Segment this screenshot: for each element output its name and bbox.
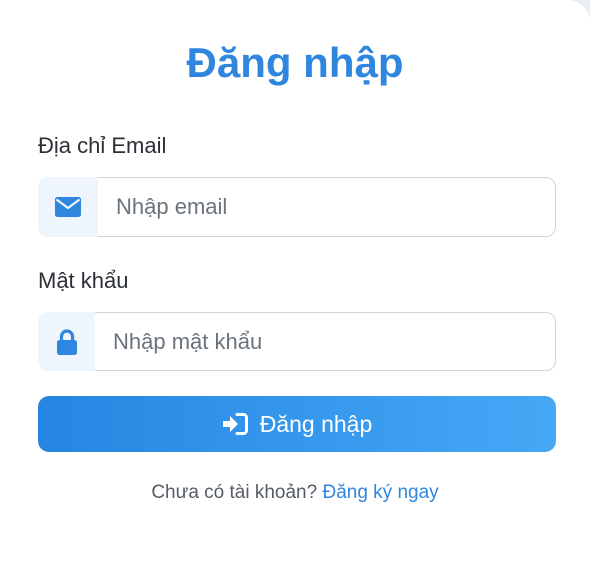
password-input-group: [38, 312, 556, 371]
email-label: Địa chỉ Email: [38, 133, 167, 158]
email-input[interactable]: [98, 177, 556, 237]
page-title: Đăng nhập: [186, 39, 404, 86]
envelope-icon: [38, 177, 98, 237]
password-label: Mật khẩu: [38, 268, 129, 293]
login-button[interactable]: Đăng nhập: [38, 396, 556, 452]
sign-in-icon: [222, 413, 248, 435]
register-link[interactable]: Đăng ký ngay: [322, 482, 438, 503]
register-prompt: Chưa có tài khoản? Đăng ký ngay: [0, 481, 590, 505]
password-input[interactable]: [95, 312, 556, 371]
lock-icon: [38, 312, 95, 371]
email-input-group: [38, 177, 556, 237]
register-prompt-text: Chưa có tài khoản?: [151, 482, 318, 503]
login-button-label: Đăng nhập: [259, 410, 373, 437]
login-card: Đăng nhập Địa chỉ Email Mật khẩu Đăn: [0, 0, 590, 567]
